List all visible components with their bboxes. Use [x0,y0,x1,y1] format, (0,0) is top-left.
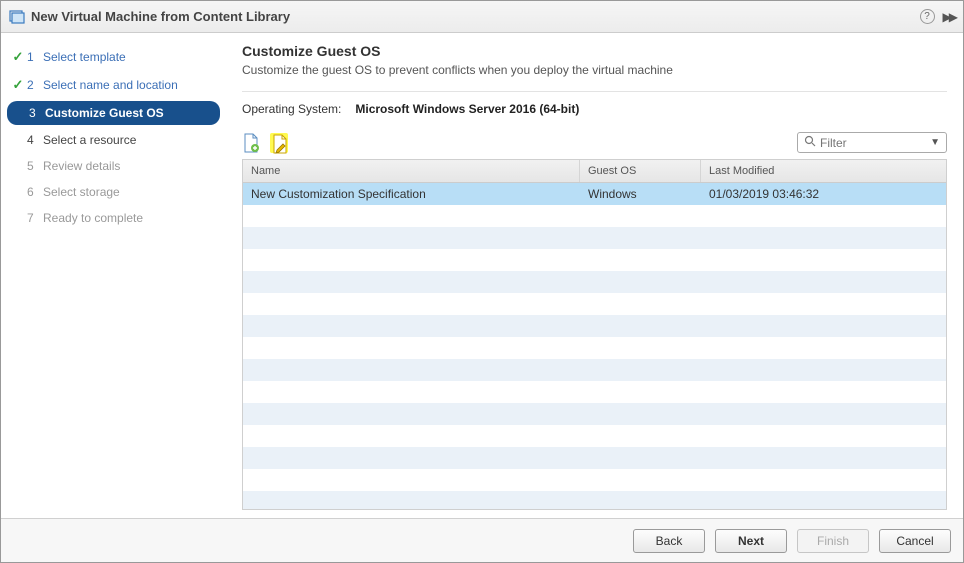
step-label: Select template [43,50,126,64]
step-number: 5 [27,159,41,173]
table-row-empty [243,315,946,337]
table-row-empty [243,491,946,509]
step-label: Select name and location [43,78,178,92]
help-icon[interactable]: ? [920,9,935,24]
wizard-step-6: 6Select storage [1,179,226,205]
table-row-empty [243,447,946,469]
wizard-step-5: 5Review details [1,153,226,179]
dialog-footer: Back Next Finish Cancel [1,518,963,562]
operating-system-row: Operating System: Microsoft Windows Serv… [242,102,947,116]
os-label: Operating System: [242,102,341,116]
expand-icon[interactable]: ▶▶ [943,10,955,24]
table-row-empty [243,337,946,359]
wizard-step-2[interactable]: ✓2Select name and location [1,71,226,99]
table-row-empty [243,403,946,425]
col-header-guest-os[interactable]: Guest OS [580,160,701,182]
grid-body: New Customization SpecificationWindows01… [243,183,946,509]
step-number: 7 [27,211,41,225]
os-value: Microsoft Windows Server 2016 (64-bit) [355,102,579,116]
col-header-name[interactable]: Name [243,160,580,182]
step-number: 6 [27,185,41,199]
dialog-window: New Virtual Machine from Content Library… [0,0,964,563]
edit-spec-icon[interactable] [270,133,288,153]
spec-grid: Name Guest OS Last Modified New Customiz… [242,159,947,510]
table-row-empty [243,425,946,447]
step-label: Ready to complete [43,211,143,225]
wizard-step-4: 4Select a resource [1,127,226,153]
cancel-button[interactable]: Cancel [879,529,951,553]
step-label: Customize Guest OS [45,106,164,120]
divider [242,91,947,92]
step-label: Select a resource [43,133,136,147]
table-row-empty [243,359,946,381]
finish-button[interactable]: Finish [797,529,869,553]
step-number: 1 [27,50,41,64]
next-button[interactable]: Next [715,529,787,553]
page-heading: Customize Guest OS [242,43,947,59]
wizard-step-1[interactable]: ✓1Select template [1,43,226,71]
step-number: 3 [29,106,43,120]
table-row-empty [243,249,946,271]
search-icon [804,135,816,150]
cell-last-modified: 01/03/2019 03:46:32 [701,187,946,201]
new-spec-icon[interactable] [242,133,260,153]
wizard-step-3: 3Customize Guest OS [7,101,220,125]
step-label: Review details [43,159,120,173]
table-row-empty [243,469,946,491]
step-label: Select storage [43,185,120,199]
grid-header: Name Guest OS Last Modified [243,160,946,183]
table-row-empty [243,271,946,293]
vm-icon [9,9,25,25]
back-button[interactable]: Back [633,529,705,553]
title-bar: New Virtual Machine from Content Library… [1,1,963,33]
col-header-last-modified[interactable]: Last Modified [701,160,946,182]
filter-input[interactable] [820,136,926,150]
checkmark-icon: ✓ [9,49,27,65]
table-row-empty [243,293,946,315]
filter-box[interactable]: ▼ [797,132,947,153]
wizard-steps: ✓1Select template✓2Select name and locat… [1,33,226,518]
filter-dropdown-icon[interactable]: ▼ [930,137,940,148]
main-panel: Customize Guest OS Customize the guest O… [226,33,963,518]
page-subtitle: Customize the guest OS to prevent confli… [242,63,947,77]
cell-name: New Customization Specification [243,187,580,201]
wizard-step-7: 7Ready to complete [1,205,226,231]
step-number: 2 [27,78,41,92]
table-row-empty [243,227,946,249]
table-row[interactable]: New Customization SpecificationWindows01… [243,183,946,205]
grid-toolbar: ▼ [242,132,947,153]
cell-guest-os: Windows [580,187,701,201]
table-row-empty [243,205,946,227]
window-title: New Virtual Machine from Content Library [31,9,920,24]
checkmark-icon: ✓ [9,77,27,93]
table-row-empty [243,381,946,403]
dialog-body: ✓1Select template✓2Select name and locat… [1,33,963,518]
step-number: 4 [27,133,41,147]
